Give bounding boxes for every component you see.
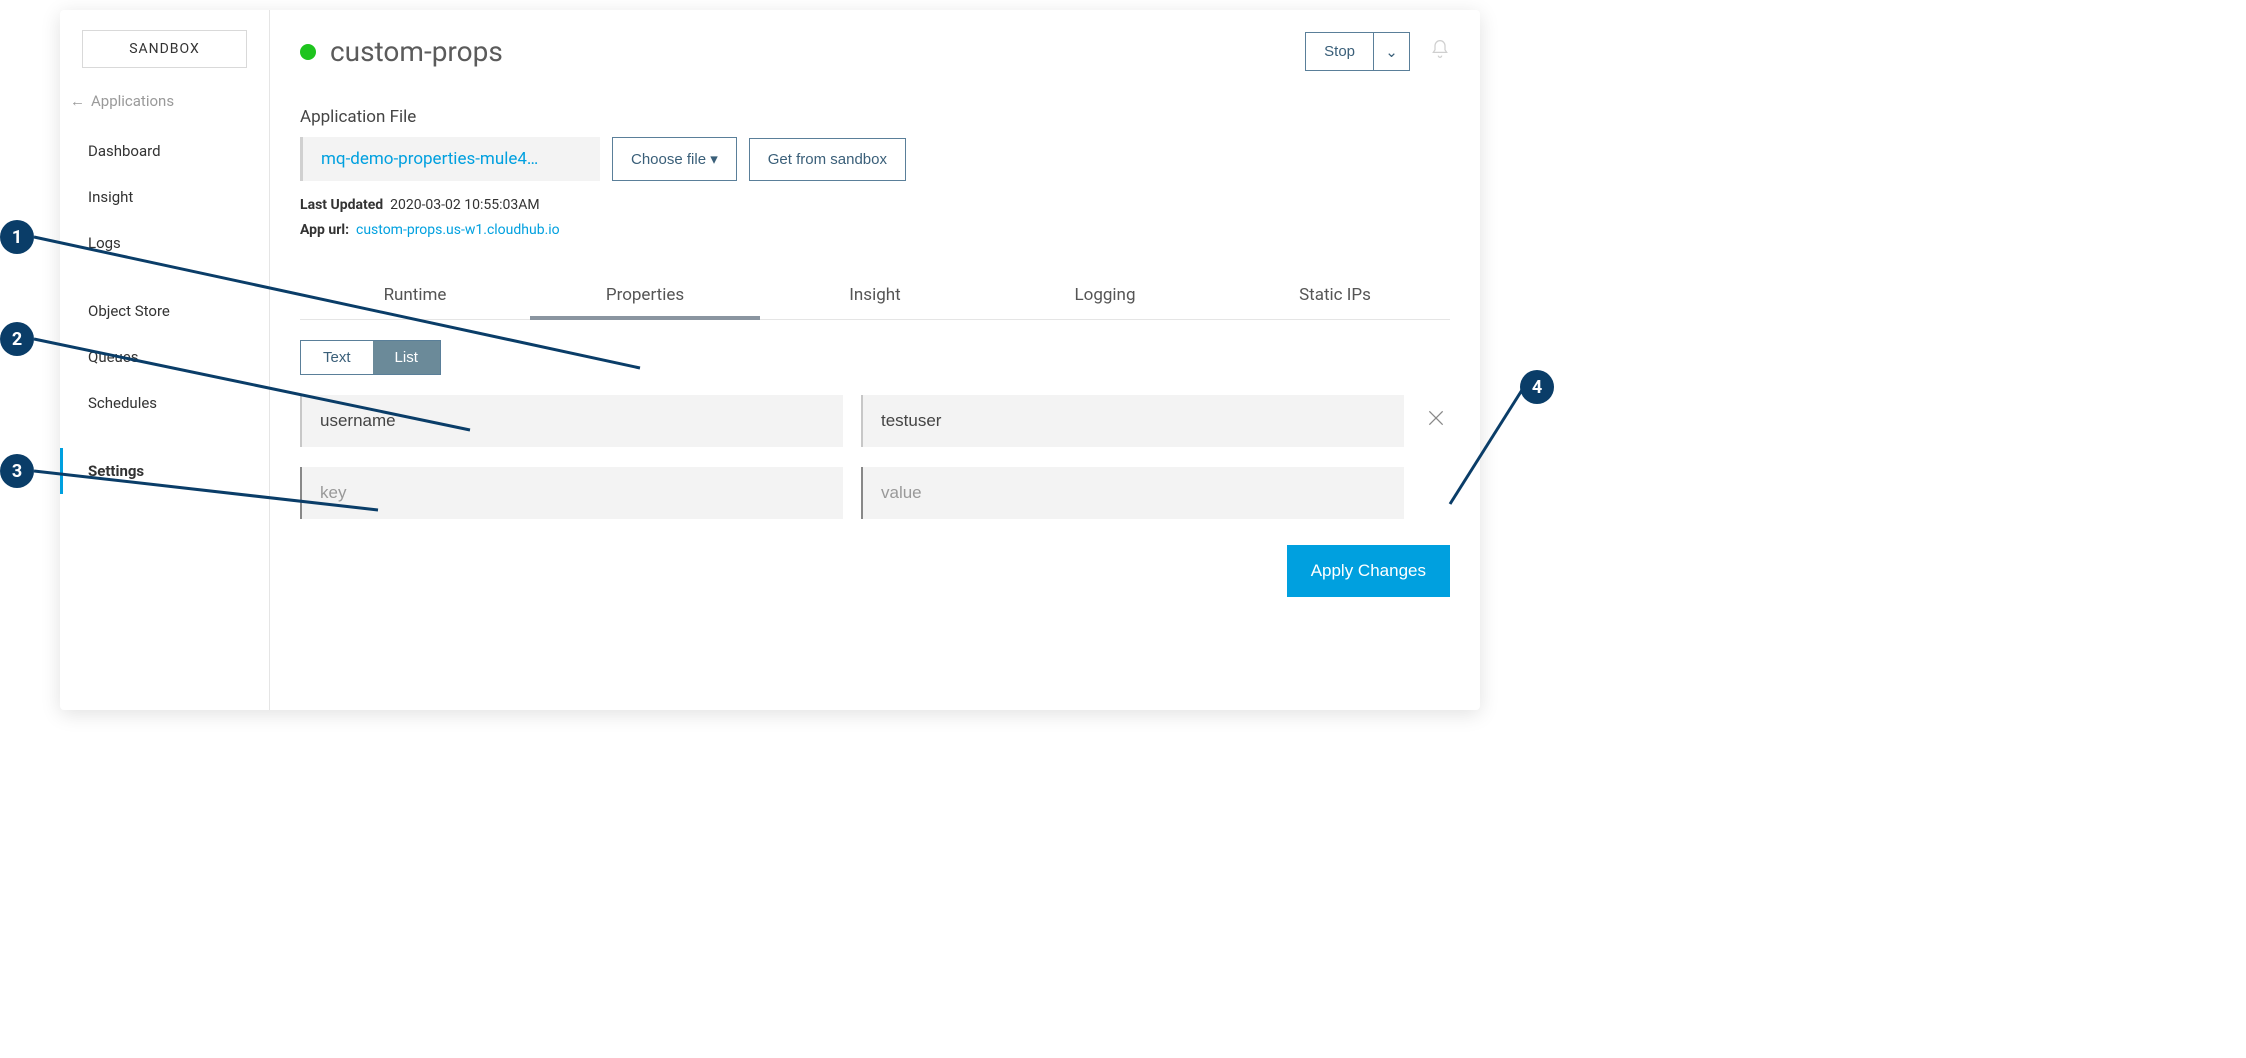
app-panel: SANDBOX ← Applications Dashboard Insight… <box>60 10 1480 710</box>
back-to-applications[interactable]: ← Applications <box>60 86 269 128</box>
get-from-sandbox-button[interactable]: Get from sandbox <box>749 138 906 181</box>
tab-static-ips[interactable]: Static IPs <box>1220 273 1450 319</box>
view-toggle: Text List <box>300 340 441 375</box>
status-indicator-icon <box>300 44 316 60</box>
callout-4: 4 <box>1520 370 1554 404</box>
property-row-new <box>300 467 1450 519</box>
new-property-value-input[interactable] <box>861 467 1404 519</box>
toggle-list[interactable]: List <box>373 341 440 374</box>
app-url-label: App url: <box>300 222 349 238</box>
property-row <box>300 395 1450 447</box>
property-value-input[interactable] <box>861 395 1404 447</box>
toggle-text[interactable]: Text <box>301 341 373 374</box>
callout-3: 3 <box>0 454 34 488</box>
tab-logging[interactable]: Logging <box>990 273 1220 319</box>
settings-tabs: Runtime Properties Insight Logging Stati… <box>300 273 1450 320</box>
callout-1: 1 <box>0 220 34 254</box>
close-icon <box>1426 408 1446 428</box>
sidebar: SANDBOX ← Applications Dashboard Insight… <box>60 10 270 710</box>
app-meta: Last Updated 2020-03-02 10:55:03AM App u… <box>300 193 1450 243</box>
arrow-left-icon: ← <box>70 92 85 110</box>
bell-icon[interactable] <box>1430 39 1450 64</box>
sidebar-item-settings[interactable]: Settings <box>60 448 269 494</box>
stop-button[interactable]: Stop <box>1306 33 1373 70</box>
apply-changes-button[interactable]: Apply Changes <box>1287 545 1450 597</box>
last-updated-label: Last Updated <box>300 197 383 213</box>
sidebar-item-insight[interactable]: Insight <box>60 174 269 220</box>
application-file-label: Application File <box>300 107 1450 127</box>
callout-2: 2 <box>0 322 34 356</box>
new-property-key-input[interactable] <box>300 467 843 519</box>
chevron-down-icon: ⌄ <box>1385 43 1398 61</box>
back-label: Applications <box>91 92 174 110</box>
choose-file-label: Choose file <box>631 151 706 168</box>
app-url-link[interactable]: custom-props.us-w1.cloudhub.io <box>356 222 560 238</box>
choose-file-button[interactable]: Choose file ▾ <box>612 137 737 181</box>
sidebar-nav: Dashboard Insight Logs Object Store Queu… <box>60 128 269 494</box>
environment-selector[interactable]: SANDBOX <box>82 30 247 68</box>
tab-properties[interactable]: Properties <box>530 273 760 319</box>
stop-button-group: Stop ⌄ <box>1305 32 1410 71</box>
app-title: custom-props <box>330 35 503 68</box>
delete-property-button[interactable] <box>1422 408 1450 434</box>
sidebar-item-dashboard[interactable]: Dashboard <box>60 128 269 174</box>
stop-dropdown[interactable]: ⌄ <box>1373 33 1409 70</box>
application-file-name[interactable]: mq-demo-properties-mule4… <box>300 137 600 181</box>
sidebar-item-object-store[interactable]: Object Store <box>60 288 269 334</box>
sidebar-item-schedules[interactable]: Schedules <box>60 380 269 426</box>
tab-insight[interactable]: Insight <box>760 273 990 319</box>
property-key-input[interactable] <box>300 395 843 447</box>
main-content: custom-props Stop ⌄ Application File <box>270 10 1480 710</box>
tab-runtime[interactable]: Runtime <box>300 273 530 319</box>
sidebar-item-logs[interactable]: Logs <box>60 220 269 266</box>
sidebar-item-queues[interactable]: Queues <box>60 334 269 380</box>
caret-down-icon: ▾ <box>710 151 718 168</box>
last-updated-value: 2020-03-02 10:55:03AM <box>390 197 540 213</box>
